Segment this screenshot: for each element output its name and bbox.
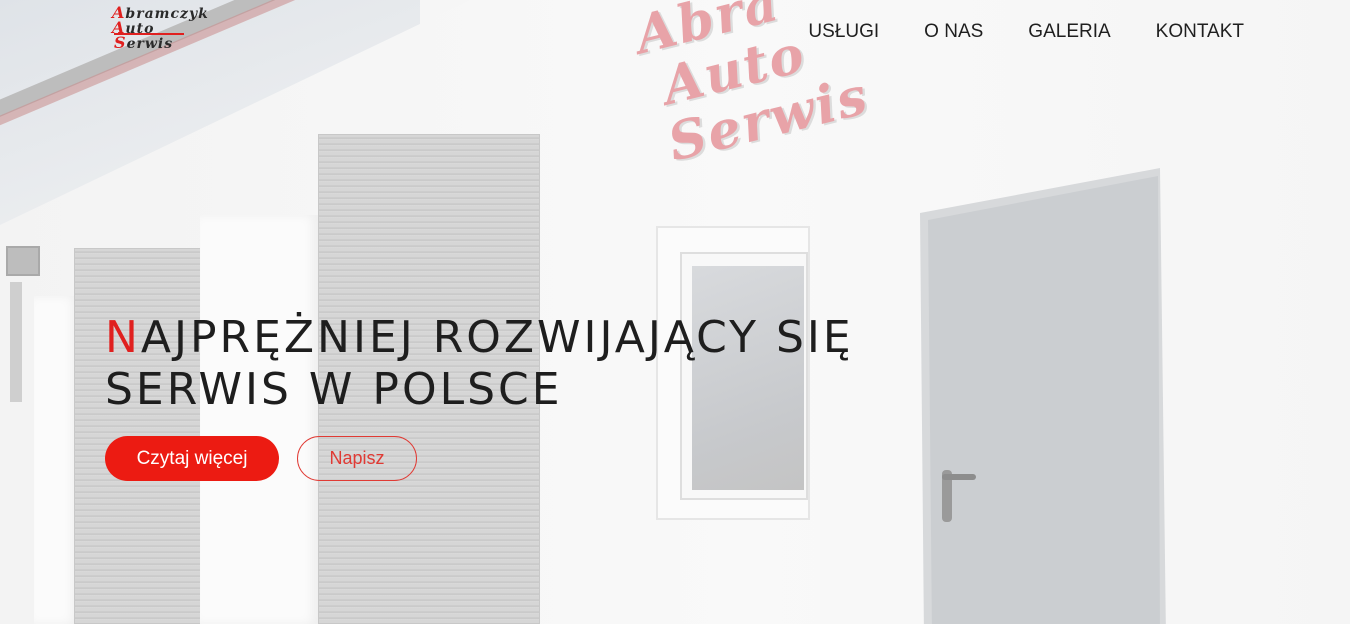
logo-line-1: Abramczyk [112, 3, 209, 22]
nav-item-o-nas[interactable]: O NAS [924, 21, 983, 43]
door-handle [942, 474, 976, 480]
write-button[interactable]: Napisz [297, 436, 417, 481]
wall-pillar [200, 215, 318, 624]
hero-title-line-1: AJPRĘŻNIEJ ROZWIJAJĄCY SIĘ [140, 312, 854, 363]
hero-title: NAJPRĘŻNIEJ ROZWIJAJĄCY SIĘ SERWIS W POL… [105, 312, 1005, 416]
read-more-button[interactable]: Czytaj więcej [105, 436, 279, 481]
logo-underline [114, 33, 184, 35]
wall-pillar [34, 296, 78, 624]
hero-title-first-letter: N [105, 312, 141, 363]
logo-line-3: Serwis [114, 33, 174, 52]
logo[interactable]: Abramczyk Auto Serwis [112, 3, 232, 54]
nav-item-galeria[interactable]: GALERIA [1028, 21, 1110, 43]
main-nav: USŁUGI O NAS GALERIA KONTAKT [808, 21, 1244, 43]
nav-item-uslugi[interactable]: USŁUGI [808, 21, 879, 43]
hero-title-line-2: SERWIS W POLSCE [105, 364, 563, 415]
nav-item-kontakt[interactable]: KONTAKT [1156, 21, 1244, 43]
drain-pipe [10, 282, 22, 402]
wall-lamp [6, 246, 40, 276]
